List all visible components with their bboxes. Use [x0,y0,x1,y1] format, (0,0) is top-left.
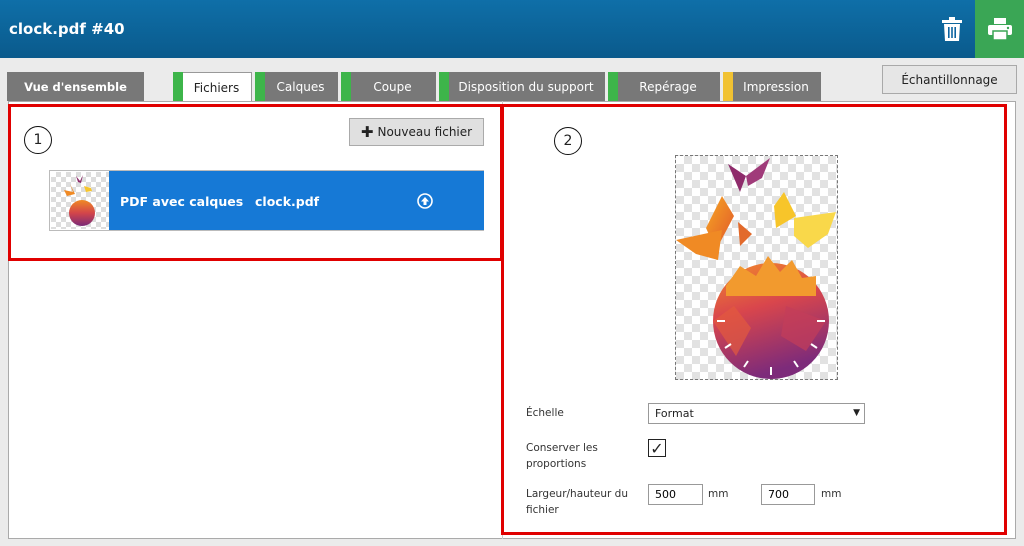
tab-print[interactable]: Impression [723,72,821,101]
print-button[interactable] [975,0,1024,58]
printer-icon [987,18,1012,40]
tab-layers[interactable]: Calques [255,72,338,101]
tab-label: Fichiers [193,80,240,95]
tab-registration[interactable]: Repérage [608,72,720,101]
tab-media-layout[interactable]: Disposition du support [439,72,605,101]
tab-label: Impression [743,79,809,94]
status-stripe [439,72,449,101]
highlight-box-2 [501,104,1007,535]
tab-overview[interactable]: Vue d'ensemble [7,72,144,101]
status-stripe [723,72,733,101]
tab-label: Disposition du support [458,79,594,94]
highlight-box-1 [8,104,503,261]
tab-files[interactable]: Fichiers [173,72,252,102]
tab-label: Vue d'ensemble [24,79,127,94]
page-title: clock.pdf #40 [9,20,125,38]
delete-button[interactable] [930,8,974,50]
status-stripe [341,72,351,101]
tab-cut[interactable]: Coupe [341,72,436,101]
tab-label: Calques [276,79,325,94]
tab-label: Coupe [373,79,412,94]
app-header: clock.pdf #40 [0,0,1024,58]
status-stripe [173,72,183,102]
tab-label: Repérage [639,79,697,94]
sampling-button[interactable]: Échantillonnage [882,65,1017,94]
status-stripe [255,72,265,101]
trash-icon [942,17,962,41]
status-stripe [608,72,618,101]
